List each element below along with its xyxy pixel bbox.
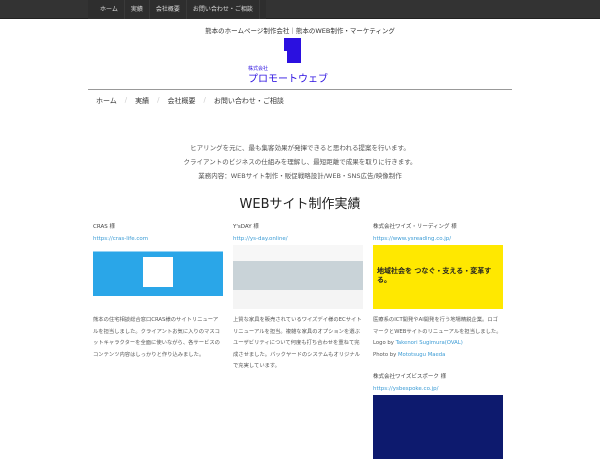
top-nav-works[interactable]: 実績 [125, 0, 150, 19]
photo-credit-link[interactable]: Mototsugu Maeda [398, 352, 445, 358]
work-item: Y'sDAY 様 http://ys-day.online/ 上質な家具を販売さ… [233, 222, 363, 373]
work-desc-text: 医療系のICT開発やAI開発を行う地場精鋭企業。ロゴマークとWEBサイトのリニュ… [373, 317, 502, 335]
intro-line: 業務内容：WEBサイト制作・販促戦略設計/WEB・SNS広告/映像制作 [198, 172, 402, 180]
work-item: 株式会社ワイズ・リーディング 様 https://www.ysreading.c… [373, 222, 503, 361]
work-name: CRAS 様 [93, 224, 115, 230]
work-thumbnail[interactable]: 地域社会を つなぐ・支える・変革する。 [373, 245, 503, 309]
logo-name-text: プロモートウェブ [248, 72, 328, 85]
section-title: WEBサイト制作実績 [239, 197, 361, 212]
thumb-house [143, 257, 173, 287]
nav-contact[interactable]: お問い合わせ・ご相談 [206, 96, 292, 106]
site-logo[interactable]: 株式会社 プロモートウェブ [246, 37, 346, 87]
work-name: 株式会社ワイズ・リーディング 様 [373, 224, 457, 230]
intro-line: クライアントのビジネスの仕組みを理解し、最短距離で成果を取りに行きます。 [183, 158, 417, 166]
work-name: 株式会社ワイズビスポーク 様 [373, 374, 447, 380]
intro-line: ヒアリングを元に、最も集客効果が発揮できると思われる提案を行います。 [190, 144, 410, 152]
nav-works[interactable]: 実績 [127, 96, 157, 106]
logo-credit-link[interactable]: Takenori Sugimura(OVAL) [396, 340, 463, 346]
work-item: 株式会社ワイズビスポーク 様 https://ysbespoke.co.jp/ [373, 372, 503, 465]
work-description: 上質な家具を販売されているワイズデイ様のECサイトリニューアルを担当。複雑な家具… [233, 317, 362, 369]
work-description: 医療系のICT開発やAI開発を行う地場精鋭企業。ロゴマークとWEBサイトのリニュ… [373, 315, 503, 361]
work-url[interactable]: https://cras-life.com [93, 236, 223, 242]
work-item: CRAS 様 https://cras-life.com 熊本の住宅相談総合窓口… [93, 222, 223, 361]
top-nav-company[interactable]: 会社概要 [150, 0, 187, 19]
logo-small-text: 株式会社 [248, 65, 268, 72]
top-nav-home[interactable]: ホーム [94, 0, 125, 19]
top-nav: ホーム 実績 会社概要 お問い合わせ・ご相談 [88, 0, 266, 19]
work-thumbnail[interactable] [93, 245, 223, 309]
nav-home[interactable]: ホーム [88, 96, 125, 106]
thumb-text: 地域社会を つなぐ・支える・変革する。 [377, 267, 492, 284]
intro-text: ヒアリングを元に、最も集客効果が発揮できると思われる提案を行います。 クライアン… [0, 141, 600, 183]
photo-credit-label: Photo by [373, 351, 397, 358]
main-nav: ホーム / 実績 / 会社概要 / お問い合わせ・ご相談 [88, 96, 292, 106]
divider [88, 89, 512, 90]
work-description: 熊本の住宅相談総合窓口CRAS様のサイトリニューアルを担当しました。クライアント… [93, 317, 220, 358]
top-nav-contact[interactable]: お問い合わせ・ご相談 [187, 0, 260, 19]
nav-company[interactable]: 会社概要 [160, 96, 204, 106]
work-name: Y'sDAY 様 [233, 224, 259, 230]
work-url[interactable]: https://www.ysreading.co.jp/ [373, 236, 503, 242]
work-url[interactable]: https://ysbespoke.co.jp/ [373, 386, 503, 392]
logo-credit-label: Logo by [373, 340, 394, 346]
work-url[interactable]: http://ys-day.online/ [233, 236, 363, 242]
site-tagline: 熊本のホームページ制作会社｜熊本のWEB制作・マーケティング [205, 27, 395, 35]
work-thumbnail[interactable] [233, 245, 363, 309]
work-thumbnail[interactable] [373, 395, 503, 459]
